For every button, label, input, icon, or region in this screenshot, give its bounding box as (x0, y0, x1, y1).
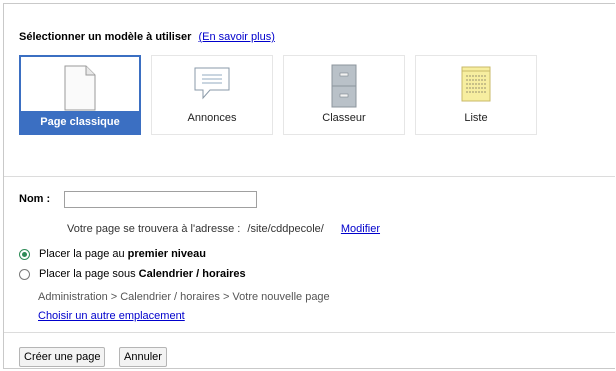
address-path: /site/cddpecole/ (247, 223, 324, 235)
option-label: Placer la page sous Calendrier / horaire… (39, 268, 246, 280)
create-page-panel: Sélectionner un modèle à utiliser (En sa… (3, 3, 615, 369)
template-liste[interactable]: Liste (415, 55, 537, 135)
breadcrumb: Administration > Calendrier / horaires >… (38, 291, 330, 303)
template-section-title: Sélectionner un modèle à utiliser (En sa… (19, 31, 275, 43)
address-line: Votre page se trouvera à l'adresse : /si… (67, 223, 380, 235)
modify-link[interactable]: Modifier (341, 223, 380, 235)
create-page-button[interactable]: Créer une page (19, 347, 106, 367)
divider (4, 332, 615, 333)
radio-top-level[interactable] (19, 248, 30, 260)
cancel-button[interactable]: Annuler (119, 347, 167, 367)
template-tiles: Page classique Annonces Classeur Liste (19, 55, 537, 135)
divider (4, 176, 615, 177)
address-prefix: Votre page se trouvera à l'adresse : (67, 223, 241, 235)
placement-option-under-page[interactable]: Placer la page sous Calendrier / horaire… (19, 268, 246, 280)
list-icon (461, 64, 491, 107)
placement-option-top-level[interactable]: Placer la page au premier niveau (19, 248, 206, 260)
file-cabinet-icon (331, 64, 357, 111)
template-label: Page classique (21, 111, 139, 133)
page-title: Sélectionner un modèle à utiliser (19, 31, 192, 43)
template-page-classique[interactable]: Page classique (19, 55, 141, 135)
learn-more-link[interactable]: (En savoir plus) (198, 31, 274, 43)
template-label: Annonces (187, 112, 237, 124)
template-label: Liste (464, 112, 488, 124)
template-annonces[interactable]: Annonces (151, 55, 273, 135)
name-label: Nom : (19, 193, 51, 205)
radio-under-page[interactable] (19, 268, 30, 280)
page-icon (63, 65, 97, 114)
template-label: Classeur (322, 112, 366, 124)
choose-location-link[interactable]: Choisir un autre emplacement (38, 310, 185, 322)
option-label: Placer la page au premier niveau (39, 248, 206, 260)
speech-bubble-icon (192, 64, 232, 107)
template-classeur[interactable]: Classeur (283, 55, 405, 135)
name-input[interactable] (64, 191, 257, 208)
